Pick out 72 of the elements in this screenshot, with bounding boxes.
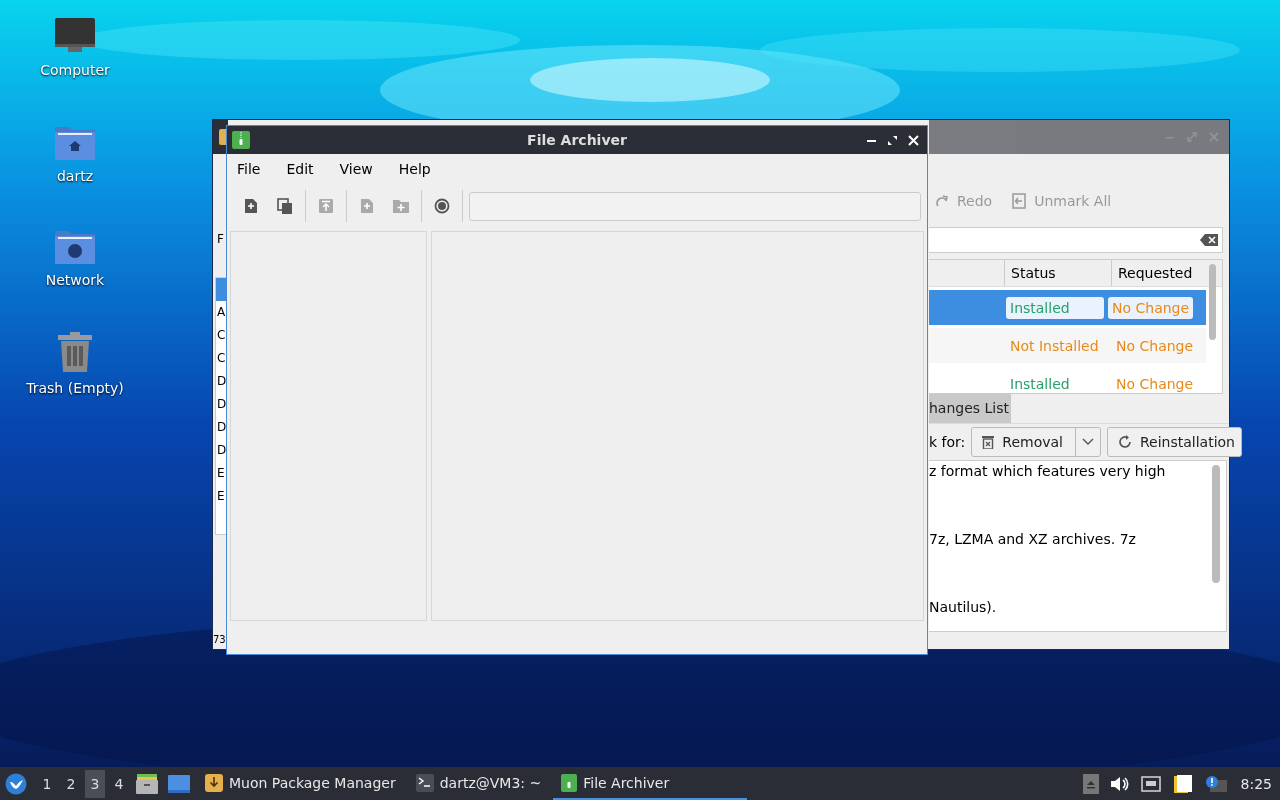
bird-logo-icon[interactable] [5, 772, 27, 795]
file-cabinet-icon[interactable] [136, 773, 158, 794]
table-cell: Installed [1006, 296, 1104, 319]
status-text: 73 [213, 633, 227, 647]
desktop-icon-label[interactable]: Trash (Empty) [26, 380, 124, 396]
list-item[interactable]: C [216, 347, 228, 370]
search-field[interactable] [929, 227, 1223, 253]
refresh-icon [1117, 435, 1132, 449]
desktop-icon-label[interactable]: Network [45, 272, 105, 288]
caret-icon [1081, 438, 1094, 446]
taskbar-task[interactable]: File Archiver [553, 767, 748, 800]
workspace-button[interactable]: 4 [109, 769, 129, 798]
field-label: k for: [929, 434, 966, 450]
taskbar-task[interactable]: dartz@VM3: ~ [407, 767, 550, 800]
table-cell: No Change [1108, 296, 1194, 319]
list-item[interactable]: D [216, 370, 228, 393]
table-cell-text: No Change [1115, 337, 1195, 354]
terminal-icon [415, 773, 434, 792]
monitor-icon[interactable] [54, 18, 96, 54]
copy-icon [277, 198, 293, 214]
description-text: z format which features very high [929, 463, 1166, 479]
table-cell-text: Installed [1009, 375, 1071, 392]
clipboard-icon[interactable] [1172, 773, 1193, 794]
list-item[interactable]: A [216, 301, 228, 324]
clock[interactable]: 8:25 [1240, 775, 1272, 792]
trash-icon [982, 435, 995, 449]
menu-item[interactable]: View [339, 161, 373, 177]
notification-icon[interactable] [1204, 774, 1227, 793]
description-text: 7z, LZMA and XZ archives. 7z [929, 531, 1136, 547]
unmark-icon [1012, 192, 1027, 209]
menu-item[interactable]: File [237, 161, 261, 177]
network-folder-icon[interactable] [54, 228, 96, 264]
taskbar-task[interactable]: Muon Package Manager [197, 767, 404, 800]
archive-icon [561, 773, 578, 792]
table-cell-text: No Change [1115, 375, 1195, 392]
menu-item[interactable]: F [217, 231, 227, 247]
scrollbar[interactable] [1212, 465, 1220, 583]
volume-icon[interactable] [1110, 775, 1129, 792]
new-document-icon [244, 199, 258, 213]
list-item[interactable]: E [216, 485, 228, 508]
list-item[interactable]: E [216, 462, 228, 485]
column-header[interactable]: Status [1004, 260, 1111, 286]
workspace-button[interactable]: 1 [37, 769, 57, 798]
add-folder-icon [393, 199, 409, 213]
redo-icon [935, 193, 949, 208]
mark-button[interactable]: Removal [971, 427, 1101, 457]
list-item[interactable]: D [216, 393, 228, 416]
location-field[interactable] [469, 191, 921, 221]
menu-item[interactable]: Edit [286, 161, 314, 177]
table-cell-text: Not Installed [1009, 337, 1100, 354]
network-icon[interactable] [1140, 775, 1161, 792]
list-item[interactable]: D [216, 439, 228, 462]
stop-icon [434, 198, 450, 214]
add-file-icon [360, 199, 374, 213]
extract-icon [319, 199, 333, 213]
maximize-icon[interactable] [887, 134, 898, 146]
scrollbar[interactable] [1209, 264, 1216, 340]
list-item[interactable]: D [216, 416, 228, 439]
tab[interactable]: hanges List [929, 393, 1011, 423]
list-item[interactable]: C [216, 324, 228, 347]
archive-icon [232, 131, 250, 149]
window-title: File Archiver [527, 132, 627, 148]
download-box-icon [205, 773, 223, 792]
mark-button[interactable]: Reinstallation [1106, 427, 1242, 457]
clear-icon[interactable] [1200, 234, 1218, 246]
workspace-button[interactable]: 2 [61, 769, 81, 798]
workspace-button[interactable]: 3 [85, 769, 105, 798]
menu-item[interactable]: Help [398, 161, 431, 177]
window-icon[interactable] [168, 774, 190, 793]
home-folder-icon[interactable] [54, 124, 96, 160]
column-header[interactable]: Requested [1111, 260, 1204, 286]
description-text: Nautilus). [929, 599, 997, 615]
